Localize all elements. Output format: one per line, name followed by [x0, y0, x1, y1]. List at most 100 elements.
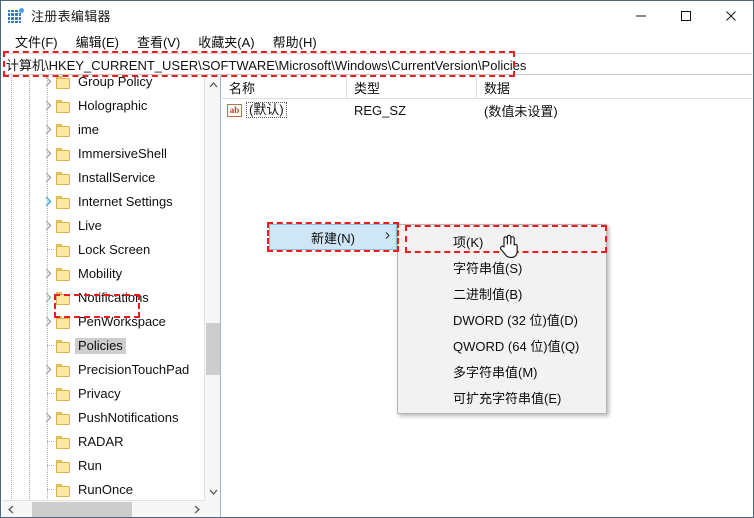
submenu-item-label: 多字符串值(M) [453, 364, 538, 380]
registry-tree: Group Policy Holographic ime ImmersiveShell… [2, 76, 205, 500]
chevron-right-icon[interactable] [42, 147, 55, 160]
column-header-type[interactable]: 类型 [347, 76, 477, 98]
submenu-item-6[interactable]: 可扩充字符串值(E) [398, 384, 606, 410]
context-menu-item-new-label: 新建(N) [310, 230, 356, 246]
folder-icon [56, 316, 70, 329]
tree-indent [2, 358, 56, 382]
tree-indent [2, 478, 56, 500]
chevron-right-icon[interactable] [42, 99, 55, 112]
folder-icon [56, 172, 70, 185]
menu-item-favorites[interactable]: 收藏夹(A) [189, 30, 263, 53]
chevron-right-icon[interactable] [42, 171, 55, 184]
context-menu-item-new[interactable]: 新建(N) [269, 224, 397, 250]
registry-editor-icon [8, 7, 24, 24]
chevron-right-icon[interactable] [42, 315, 55, 328]
chevron-right-icon[interactable] [42, 291, 55, 304]
tree-item-live[interactable]: Live [2, 214, 205, 238]
folder-icon [56, 196, 70, 209]
chevron-right-icon[interactable] [42, 76, 55, 88]
tree-indent [2, 262, 56, 286]
tree-item-label: Mobility [78, 266, 123, 281]
ab-string-icon: ab [227, 103, 242, 117]
title-bar: 注册表编辑器 [1, 1, 753, 30]
hscroll-track[interactable] [19, 501, 188, 518]
tree-item-pushnotifications[interactable]: PushNotifications [2, 406, 205, 430]
tree-indent [2, 166, 56, 190]
submenu-item-4[interactable]: QWORD (64 位)值(Q) [398, 332, 606, 358]
menu-item-view[interactable]: 查看(V) [128, 30, 189, 53]
new-submenu: 项(K) 字符串值(S) 二进制值(B) DWORD (32 位)值(D) QWORD … [397, 224, 607, 414]
registry-editor-window: 注册表编辑器 文件(F) 编辑(E) 查看(V) 收藏夹(A) 帮助(H) 计算… [0, 0, 754, 518]
tree-item-policies[interactable]: Policies [2, 334, 205, 358]
tree-item-mobility[interactable]: Mobility [2, 262, 205, 286]
tree-item-label: Privacy [78, 386, 121, 401]
folder-icon [56, 124, 70, 137]
tree-item-label: Holographic [78, 98, 148, 113]
tree-item-radar[interactable]: RADAR [2, 430, 205, 454]
tree-item-lock-screen[interactable]: Lock Screen [2, 238, 205, 262]
tree-item-label: Internet Settings [78, 194, 173, 209]
close-icon[interactable] [708, 1, 753, 30]
tree-item-notifications[interactable]: Notifications [2, 286, 205, 310]
tree-item-group-policy[interactable]: Group Policy [2, 76, 205, 94]
tree-item-label: Live [78, 218, 102, 233]
chevron-right-icon[interactable] [42, 219, 55, 232]
content-area: Group Policy Holographic ime ImmersiveShell… [2, 76, 753, 517]
tree-indent [2, 334, 56, 358]
chevron-right-icon[interactable] [42, 411, 55, 424]
tree-indent [2, 310, 56, 334]
tree-item-runonce[interactable]: RunOnce [2, 478, 205, 500]
chevron-right-icon[interactable] [42, 195, 55, 208]
address-bar[interactable]: 计算机\HKEY_CURRENT_USER\SOFTWARE\Microsoft… [2, 53, 752, 75]
menu-item-help[interactable]: 帮助(H) [264, 30, 326, 53]
tree-item-penworkspace[interactable]: PenWorkspace [2, 310, 205, 334]
tree-item-internet-settings[interactable]: Internet Settings [2, 190, 205, 214]
submenu-item-label: 项(K) [453, 234, 484, 250]
tree-indent [2, 382, 56, 406]
tree-item-precisiontouchpad[interactable]: PrecisionTouchPad [2, 358, 205, 382]
folder-icon [56, 148, 70, 161]
menu-bar: 文件(F) 编辑(E) 查看(V) 收藏夹(A) 帮助(H) [1, 30, 753, 52]
submenu-item-label: 字符串值(S) [453, 260, 523, 276]
maximize-icon[interactable] [663, 1, 708, 30]
folder-icon [56, 388, 70, 401]
window-title: 注册表编辑器 [31, 9, 111, 24]
tree-item-privacy[interactable]: Privacy [2, 382, 205, 406]
submenu-item-5[interactable]: 多字符串值(M) [398, 358, 606, 384]
chevron-right-icon[interactable] [42, 363, 55, 376]
submenu-item-0[interactable]: 项(K) [398, 228, 606, 254]
table-row[interactable]: ab (默认) REG_SZ (数值未设置) [222, 99, 753, 121]
scroll-up-icon[interactable] [205, 76, 220, 93]
tree-item-label: ime [78, 122, 99, 137]
tree-item-label: RADAR [78, 434, 124, 449]
tree-indent [2, 76, 56, 94]
tree-vertical-scrollbar[interactable] [204, 76, 220, 500]
submenu-item-2[interactable]: 二进制值(B) [398, 280, 606, 306]
tree-item-installservice[interactable]: InstallService [2, 166, 205, 190]
scroll-right-icon[interactable] [188, 501, 205, 518]
submenu-item-1[interactable]: 字符串值(S) [398, 254, 606, 280]
tree-item-label: PrecisionTouchPad [78, 362, 190, 377]
tree-item-label: InstallService [78, 170, 156, 185]
tree-indent [2, 454, 56, 478]
tree-item-run[interactable]: Run [2, 454, 205, 478]
chevron-right-icon[interactable] [42, 267, 55, 280]
column-header-name[interactable]: 名称 [222, 76, 347, 98]
column-header-data[interactable]: 数据 [477, 76, 753, 98]
chevron-right-icon[interactable] [42, 123, 55, 136]
scroll-down-icon[interactable] [205, 483, 220, 500]
minimize-icon[interactable] [618, 1, 663, 30]
scroll-left-icon[interactable] [2, 501, 19, 518]
tree-item-holographic[interactable]: Holographic [2, 94, 205, 118]
submenu-item-3[interactable]: DWORD (32 位)值(D) [398, 306, 606, 332]
menu-item-file[interactable]: 文件(F) [6, 30, 67, 53]
tree-item-immersiveshell[interactable]: ImmersiveShell [2, 142, 205, 166]
submenu-item-label: QWORD (64 位)值(Q) [453, 338, 580, 354]
tree-horizontal-scrollbar[interactable] [2, 500, 205, 517]
hscroll-thumb[interactable] [32, 501, 132, 517]
tree-item-ime[interactable]: ime [2, 118, 205, 142]
menu-item-edit[interactable]: 编辑(E) [67, 30, 128, 53]
folder-icon [56, 340, 70, 353]
folder-icon [56, 100, 70, 113]
tree-scroll-thumb[interactable] [206, 323, 220, 375]
